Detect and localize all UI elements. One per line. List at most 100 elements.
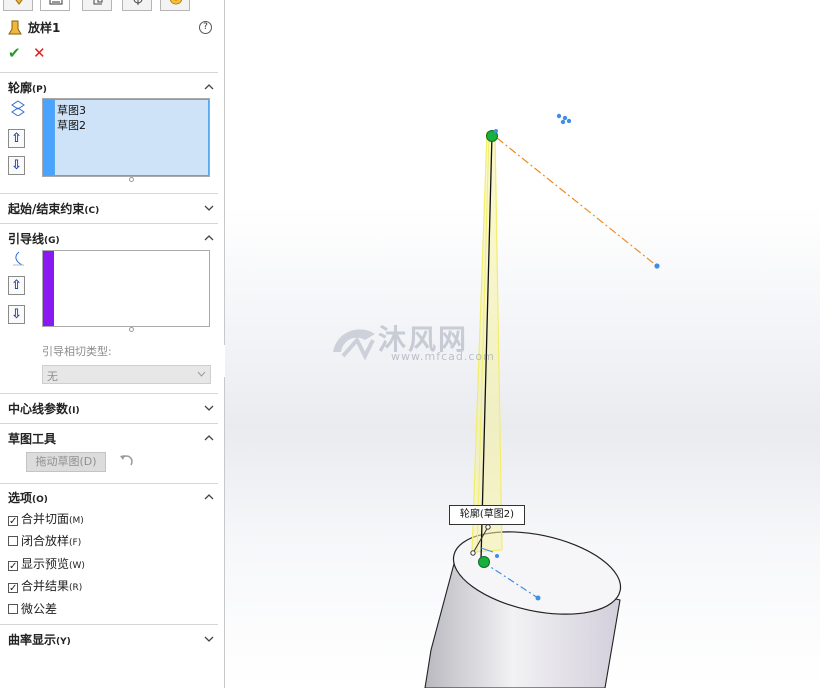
divider [0, 624, 218, 625]
option-show-preview[interactable]: ✓ 显示预览(W) [8, 555, 85, 572]
profile-color-bar [43, 99, 54, 176]
option-micro-tolerance[interactable]: 微公差 [8, 600, 57, 617]
drag-sketch-button[interactable]: 拖动草图(D) [26, 452, 106, 472]
option-label: 合并结果 [21, 579, 70, 593]
option-label: 合并切面 [21, 512, 70, 526]
checkbox[interactable]: ✓ [8, 561, 18, 572]
display-manager-tab[interactable] [160, 0, 190, 11]
sketch-tools-section-label: 草图工具 [8, 432, 57, 446]
property-manager-panel: 放样1 ? ✔ ✕ 轮廓(P) ⇧ ⇩ 草图3 草图2 起始/结束约束(C) 引… [0, 0, 225, 688]
guides-shortcut: (G) [44, 236, 60, 246]
watermark-url: www.mfcad.com [391, 350, 495, 363]
start-end-shortcut: (C) [84, 206, 100, 216]
chevron-up-icon[interactable] [204, 433, 214, 443]
option-close-loft[interactable]: 闭合放样(F) [8, 532, 81, 549]
profile-callout[interactable]: 轮廓(草图2) [449, 505, 525, 525]
feature-manager-tab[interactable] [3, 0, 33, 11]
chevron-up-icon[interactable] [204, 233, 214, 243]
checkbox[interactable] [8, 536, 18, 546]
chevron-down-icon[interactable] [204, 403, 214, 413]
property-manager-tab[interactable] [40, 0, 70, 11]
display-manager-icon [169, 0, 183, 5]
sketch-tools-section-header[interactable]: 草图工具 [8, 430, 56, 447]
centerline-section-header[interactable]: 中心线参数(I) [8, 400, 80, 417]
ok-button[interactable]: ✔ [8, 44, 21, 62]
tangency-type-value: 无 [47, 370, 58, 383]
feature-title-text: 放样1 [28, 21, 61, 35]
profiles-section-header[interactable]: 轮廓(P) [8, 79, 47, 96]
chevron-up-icon[interactable] [204, 492, 214, 502]
checkbox[interactable] [8, 604, 18, 614]
graphics-viewport[interactable]: 沐风网 www.mfcad.com 轮廓(草图2) [225, 0, 820, 688]
start-end-section-label: 起始/结束约束 [8, 202, 85, 216]
chevron-up-icon[interactable] [204, 82, 214, 92]
divider [0, 223, 218, 224]
list-item[interactable]: 草图3 [57, 102, 86, 118]
configuration-manager-tab[interactable] [82, 0, 112, 11]
move-down-button[interactable]: ⇩ [8, 156, 25, 175]
checkbox[interactable]: ✓ [8, 583, 18, 594]
cancel-button[interactable]: ✕ [33, 44, 46, 62]
divider [0, 483, 218, 484]
options-section-label: 选项 [8, 491, 33, 505]
checkbox[interactable]: ✓ [8, 516, 18, 527]
chevron-down-icon[interactable] [204, 203, 214, 213]
dimxpert-manager-tab[interactable] [122, 0, 152, 11]
option-label: 微公差 [21, 602, 58, 616]
list-item[interactable]: 草图2 [57, 117, 86, 133]
tangency-type-select[interactable]: 无 [42, 365, 211, 384]
curvature-section-header[interactable]: 曲率显示(Y) [8, 631, 71, 648]
manager-tabs [0, 0, 224, 12]
guides-section-label: 引导线 [8, 232, 45, 246]
sketch-point[interactable] [495, 554, 499, 558]
centerline-section-label: 中心线参数 [8, 402, 69, 416]
centerline-shortcut: (I) [68, 406, 80, 416]
move-down-button[interactable]: ⇩ [8, 305, 25, 324]
profiles-list: 草图3 草图2 [54, 99, 209, 176]
sketch-point[interactable] [485, 524, 491, 530]
divider [0, 423, 218, 424]
divider [0, 393, 218, 394]
property-manager-icon [49, 0, 63, 5]
profiles-section-label: 轮廓 [8, 81, 33, 95]
chevron-down-icon[interactable] [204, 634, 214, 644]
divider [0, 193, 218, 194]
sketch2-start-point[interactable] [478, 556, 490, 568]
option-merge-tangent-faces[interactable]: ✓ 合并切面(M) [8, 510, 84, 527]
guide-curve-icon [13, 251, 24, 266]
watermark-logo-icon [333, 329, 375, 361]
option-shortcut: (R) [69, 583, 83, 593]
options-section-header[interactable]: 选项(O) [8, 489, 48, 506]
option-label: 闭合放样 [21, 534, 70, 548]
divider [0, 72, 218, 73]
feature-manager-tree-icon [15, 0, 23, 5]
guides-listbox[interactable] [42, 250, 210, 327]
start-end-section-header[interactable]: 起始/结束约束(C) [8, 200, 99, 217]
sketch-point[interactable] [494, 129, 498, 133]
option-merge-result[interactable]: ✓ 合并结果(R) [8, 577, 82, 594]
option-shortcut: (F) [69, 538, 82, 548]
model-canvas[interactable] [225, 0, 820, 688]
move-up-button[interactable]: ⇧ [8, 276, 25, 295]
profiles-shortcut: (P) [32, 85, 47, 95]
option-label: 显示预览 [21, 557, 70, 571]
guides-list [54, 251, 209, 326]
move-up-button[interactable]: ⇧ [8, 129, 25, 148]
coincident-relation-icon[interactable] [556, 113, 572, 125]
options-shortcut: (O) [32, 495, 48, 505]
sketch-point[interactable] [535, 595, 541, 601]
resize-grip[interactable] [129, 327, 134, 332]
resize-grip[interactable] [129, 177, 134, 182]
guide-color-bar [43, 251, 54, 326]
option-shortcut: (M) [69, 516, 84, 526]
help-icon[interactable]: ? [199, 21, 212, 34]
curvature-section-label: 曲率显示 [8, 633, 57, 647]
curvature-shortcut: (Y) [56, 637, 71, 647]
guides-section-header[interactable]: 引导线(G) [8, 230, 60, 247]
profiles-listbox[interactable]: 草图3 草图2 [42, 98, 210, 177]
dimxpert-manager-icon [133, 0, 143, 5]
sketch-point[interactable] [654, 263, 660, 269]
undo-sketch-drag-icon[interactable] [118, 453, 136, 469]
chevron-down-icon [197, 371, 206, 377]
sketch-point[interactable] [470, 550, 476, 556]
